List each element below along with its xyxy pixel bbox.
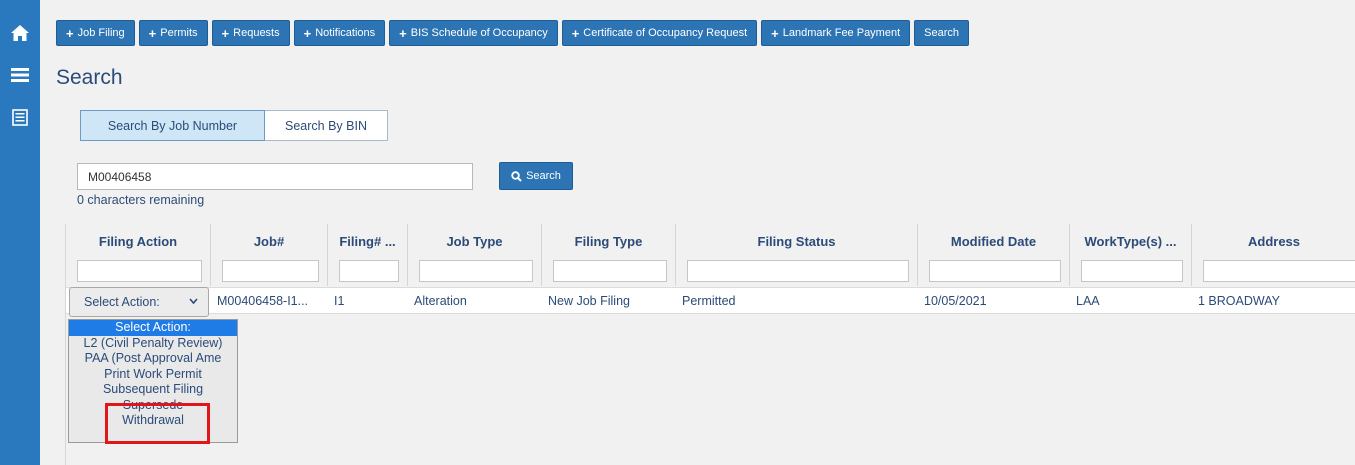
column-job: Job# xyxy=(211,224,328,286)
main-area: + Job Filing + Permits + Requests + Notifica… xyxy=(40,0,1355,465)
tab-search-by-bin[interactable]: Search By BIN xyxy=(265,110,388,141)
cell-modified-date: 10/05/2021 xyxy=(924,293,987,308)
page-title: Search xyxy=(56,66,123,89)
option-print-work-permit[interactable]: Print Work Permit xyxy=(69,367,237,383)
cell-job: M00406458-I1... xyxy=(217,293,309,308)
option-l2-civil-penalty-review[interactable]: L2 (Civil Penalty Review) xyxy=(69,336,237,352)
column-filing-type: Filing Type xyxy=(542,224,676,286)
plus-icon: + xyxy=(148,25,157,41)
filter-job[interactable] xyxy=(222,260,319,282)
results-grid: Filing Action Job# Filing# ... Job Type … xyxy=(65,224,1355,465)
filter-filing-action[interactable] xyxy=(77,260,202,282)
filter-address[interactable] xyxy=(1203,260,1355,282)
left-rail xyxy=(0,0,40,465)
option-select-action[interactable]: Select Action: xyxy=(69,320,237,336)
plus-icon: + xyxy=(66,25,74,41)
tab-search-by-job-number[interactable]: Search By Job Number xyxy=(80,110,265,141)
cell-job-type: Alteration xyxy=(414,293,467,308)
cell-worktypes: LAA xyxy=(1076,293,1100,308)
certificate-of-occupancy-request-button[interactable]: + Certificate of Occupancy Request xyxy=(561,20,758,46)
job-filing-button[interactable]: + Job Filing xyxy=(56,20,135,46)
notifications-button[interactable]: + Notifications xyxy=(293,20,386,46)
filter-filing-status[interactable] xyxy=(687,260,909,282)
filter-job-type[interactable] xyxy=(419,260,533,282)
cell-filing-status: Permitted xyxy=(682,293,736,308)
plus-icon: + xyxy=(571,25,580,41)
column-address: Address xyxy=(1192,224,1355,286)
cell-filing-type: New Job Filing xyxy=(548,293,630,308)
bis-schedule-of-occupancy-button[interactable]: + BIS Schedule of Occupancy xyxy=(389,20,558,46)
list-icon[interactable] xyxy=(0,108,40,126)
search-button[interactable]: Search xyxy=(499,162,573,190)
filter-modified-date[interactable] xyxy=(929,260,1061,282)
top-nav: + Job Filing + Permits + Requests + Notifica… xyxy=(56,20,969,46)
filter-filing-number[interactable] xyxy=(339,260,399,282)
home-icon[interactable] xyxy=(0,22,40,44)
plus-icon: + xyxy=(771,25,779,41)
option-paa-post-approval[interactable]: PAA (Post Approval Ame xyxy=(69,351,237,367)
plus-icon: + xyxy=(221,25,230,41)
characters-remaining: 0 characters remaining xyxy=(77,193,205,207)
requests-button[interactable]: + Requests xyxy=(211,20,290,46)
filter-filing-type[interactable] xyxy=(553,260,667,282)
plus-icon: + xyxy=(399,25,407,41)
hamburger-menu-icon[interactable] xyxy=(0,66,40,84)
table-row[interactable]: M00406458-I1... I1 Alteration New Job Fi… xyxy=(66,287,1355,314)
highlight-annotation xyxy=(105,403,210,444)
filter-worktypes[interactable] xyxy=(1081,260,1183,282)
column-filing-number: Filing# ... xyxy=(328,224,408,286)
search-mode-tabs: Search By Job Number Search By BIN xyxy=(80,110,388,141)
option-subsequent-filing[interactable]: Subsequent Filing xyxy=(69,382,237,398)
column-modified-date: Modified Date xyxy=(918,224,1070,286)
search-icon xyxy=(511,170,522,182)
landmark-fee-payment-button[interactable]: + Landmark Fee Payment xyxy=(761,20,911,46)
cell-address: 1 BROADWAY xyxy=(1198,293,1280,308)
column-job-type: Job Type xyxy=(408,224,542,286)
column-worktypes: WorkType(s) ... xyxy=(1070,224,1192,286)
plus-icon: + xyxy=(303,25,312,41)
column-filing-action: Filing Action xyxy=(66,224,211,286)
select-action-dropdown[interactable]: Select Action: xyxy=(69,287,209,317)
column-filing-status: Filing Status xyxy=(676,224,918,286)
cell-filing-number: I1 xyxy=(334,293,345,308)
search-nav-button[interactable]: Search xyxy=(914,20,969,46)
job-number-input[interactable]: M00406458 xyxy=(77,163,473,190)
permits-button[interactable]: + Permits xyxy=(138,20,208,46)
chevron-down-icon xyxy=(189,298,198,305)
